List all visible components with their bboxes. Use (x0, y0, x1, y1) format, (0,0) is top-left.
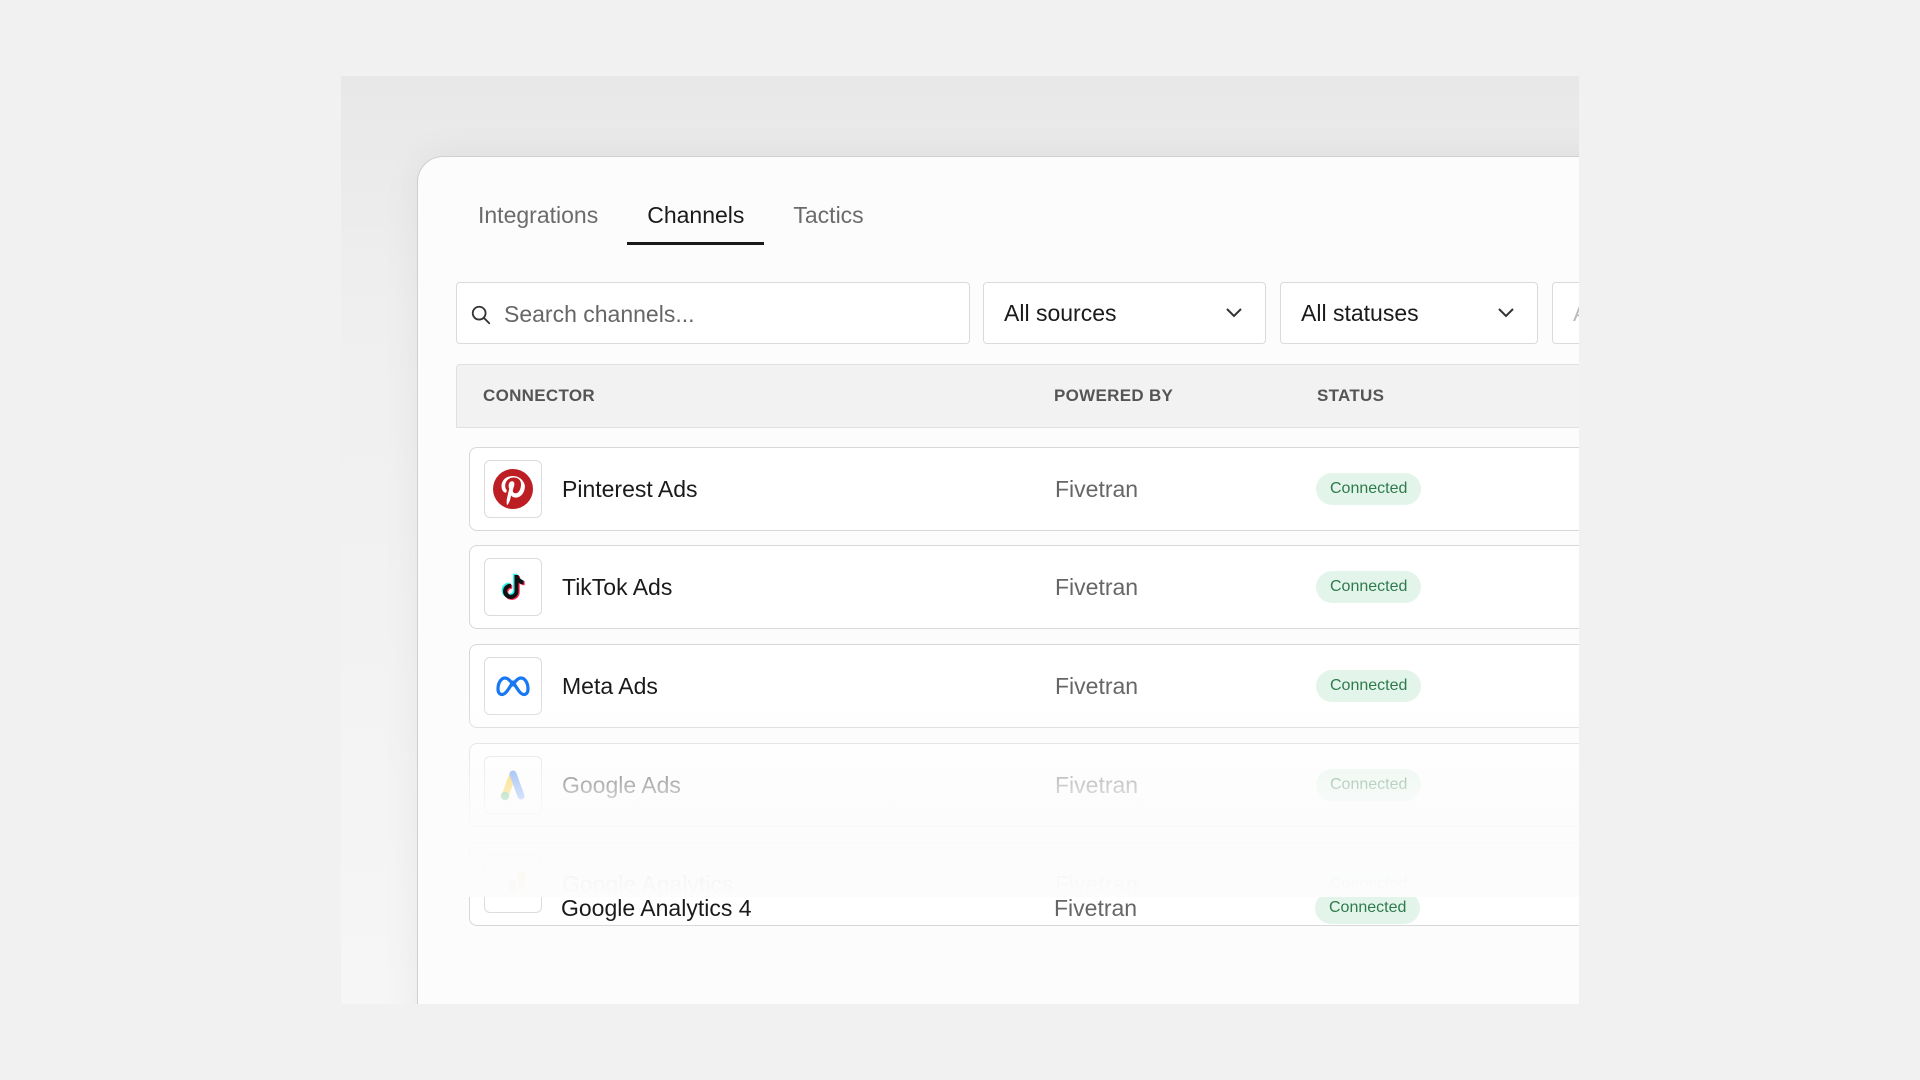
sources-dropdown[interactable]: All sources (983, 282, 1266, 344)
connector-name: TikTok Ads (562, 574, 673, 600)
column-header-powered-by[interactable]: POWERED BY (1054, 365, 1173, 427)
connector-logo (484, 460, 542, 518)
table-row[interactable]: TikTok Ads Fivetran Connected (469, 545, 1579, 629)
tab-tactics[interactable]: Tactics (773, 187, 883, 245)
powered-by: Fivetran (1055, 772, 1139, 798)
table-row[interactable]: Google Analytics 4 Fivetran Connected (469, 867, 1579, 951)
connector-name: Meta Ads (562, 673, 658, 699)
connector-name: Google Ads (562, 772, 681, 798)
tab-integrations[interactable]: Integrations (458, 187, 618, 245)
sources-dropdown-value: All sources (1004, 300, 1117, 326)
powered-by: Fivetran (1055, 673, 1139, 699)
chevron-down-icon (1498, 308, 1514, 318)
backdrop: Integrations Channels Tactics All source… (341, 76, 1579, 1004)
tab-channels[interactable]: Channels (627, 187, 765, 245)
status-badge: Connected (1316, 473, 1422, 505)
extra-dropdown-value: A (1573, 300, 1579, 326)
google-ads-icon (500, 770, 525, 801)
status-badge: Connected (1315, 892, 1421, 924)
status-badge: Connected (1316, 571, 1422, 603)
search-box[interactable] (456, 282, 970, 345)
powered-by: Fivetran (1055, 574, 1139, 600)
extra-dropdown[interactable]: A (1552, 282, 1579, 344)
table-row[interactable]: Pinterest Ads Fivetran Connected (469, 447, 1579, 531)
meta-icon (496, 676, 530, 697)
pinterest-icon (493, 469, 533, 509)
channels-panel: Integrations Channels Tactics All source… (417, 156, 1579, 1004)
connector-name: Google Analytics 4 (561, 895, 752, 921)
connector-logo (484, 657, 542, 715)
powered-by: Fivetran (1054, 895, 1138, 921)
table-header: CONNECTOR POWERED BY STATUS (456, 364, 1579, 428)
tiktok-icon (501, 573, 525, 600)
chevron-down-icon (1226, 308, 1242, 318)
status-dropdown-value: All statuses (1301, 300, 1419, 326)
table-row[interactable]: Meta Ads Fivetran Connected (469, 644, 1579, 728)
tab-bar: Integrations Channels Tactics (458, 187, 884, 245)
powered-by: Fivetran (1055, 476, 1139, 502)
column-header-status[interactable]: STATUS (1317, 365, 1384, 427)
search-icon (471, 305, 491, 325)
status-badge: Connected (1316, 670, 1422, 702)
status-dropdown[interactable]: All statuses (1280, 282, 1538, 344)
search-input[interactable] (502, 283, 956, 345)
connector-logo (484, 558, 542, 616)
connector-logo (484, 756, 542, 814)
column-header-connector[interactable]: CONNECTOR (483, 365, 595, 427)
status-badge: Connected (1316, 769, 1422, 801)
connector-name: Pinterest Ads (562, 476, 698, 502)
table-row[interactable]: Google Ads Fivetran Connected (469, 743, 1579, 827)
